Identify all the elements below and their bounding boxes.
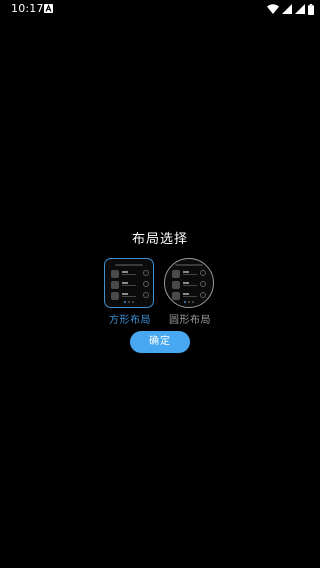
option-round-label: 圆形布局 bbox=[169, 315, 211, 326]
preview-row bbox=[111, 281, 149, 290]
preview-top-bar bbox=[175, 264, 203, 266]
preview-row bbox=[172, 292, 206, 301]
round-layout-preview[interactable] bbox=[164, 258, 214, 308]
battery-icon bbox=[308, 3, 314, 15]
option-round-layout[interactable]: 圆形布局 bbox=[164, 258, 216, 327]
status-time: 10:17 bbox=[11, 2, 44, 15]
wifi-icon bbox=[267, 4, 279, 14]
preview-page-dots bbox=[165, 301, 213, 303]
preview-row bbox=[172, 281, 206, 290]
status-icons bbox=[267, 3, 314, 15]
preview-top-bar bbox=[115, 264, 143, 266]
confirm-button[interactable]: 确定 bbox=[130, 331, 190, 353]
status-bar: 10:17 bbox=[0, 0, 320, 18]
signal-2-icon bbox=[295, 4, 305, 14]
preview-row bbox=[111, 270, 149, 279]
dialog-title: 布局选择 bbox=[131, 232, 188, 247]
option-square-label: 方形布局 bbox=[109, 315, 151, 326]
preview-row bbox=[111, 292, 149, 301]
preview-row bbox=[172, 270, 206, 279]
square-layout-preview[interactable] bbox=[104, 258, 154, 308]
option-square-layout[interactable]: 方形布局 bbox=[104, 258, 156, 327]
signal-icon bbox=[282, 4, 292, 14]
notification-a-icon bbox=[44, 4, 53, 13]
preview-page-dots bbox=[105, 301, 153, 303]
